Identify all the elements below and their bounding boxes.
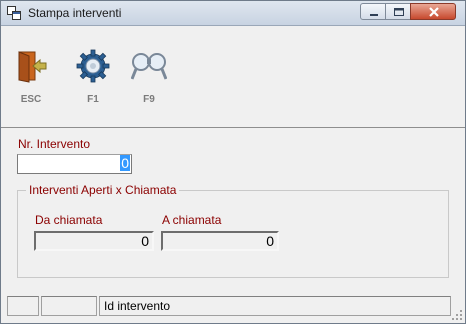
esc-button[interactable]: ESC [11,48,51,118]
nr-intervento-input[interactable]: 0 [17,154,132,174]
status-bar: Id intervento [1,296,465,323]
close-button[interactable] [410,3,456,20]
status-pane-3: Id intervento [99,296,451,316]
status-pane-2 [41,296,97,316]
resize-grip-icon[interactable] [451,309,463,321]
maximize-button[interactable] [385,3,411,20]
f1-button[interactable]: F1 [73,48,113,118]
esc-label: ESC [20,94,42,105]
f1-label: F1 [87,94,99,105]
da-chiamata-label: Da chiamata [35,213,103,227]
app-icon [7,6,21,20]
minimize-button[interactable] [360,3,386,20]
a-chiamata-label: A chiamata [162,213,222,227]
minimize-icon [370,14,378,16]
da-chiamata-field[interactable]: 0 [34,231,154,251]
binoculars-icon [131,53,167,80]
title-bar[interactable]: Stampa interventi [1,1,465,26]
toolbar: ESC F1 F9 [1,26,465,128]
f9-label: F9 [143,94,155,105]
exit-door-icon [18,51,47,83]
gear-icon [76,49,110,83]
nr-intervento-label: Nr. Intervento [18,137,91,151]
maximize-icon [394,8,404,16]
nr-intervento-value: 0 [120,155,130,171]
interventi-group-title: Interventi Aperti x Chiamata [26,183,180,197]
status-pane-1 [7,296,39,316]
window: Stampa interventi ESC F1 F9 Nr. Interven… [0,0,466,324]
a-chiamata-field[interactable]: 0 [161,231,279,251]
f9-button[interactable]: F9 [129,48,169,118]
window-title: Stampa interventi [28,6,122,20]
close-icon [429,7,439,17]
